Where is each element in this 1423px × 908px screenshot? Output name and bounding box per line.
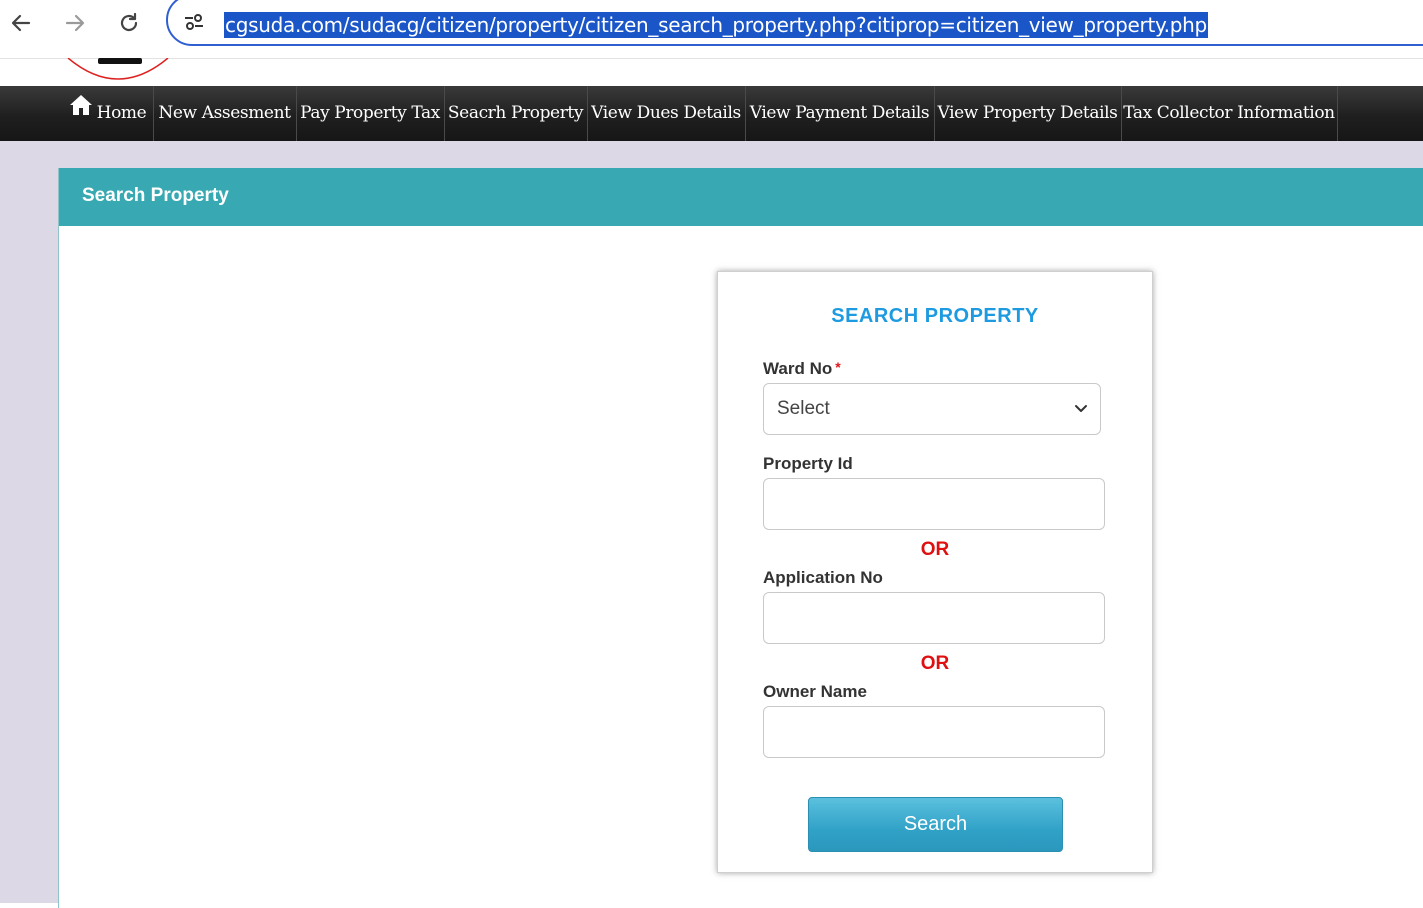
nav-item-new-assesment[interactable]: New Assesment xyxy=(153,86,297,141)
application-no-input[interactable] xyxy=(763,592,1105,644)
browser-toolbar: cgsuda.com/sudacg/citizen/property/citiz… xyxy=(0,0,1423,59)
owner-name-input[interactable] xyxy=(763,706,1105,758)
url-text[interactable]: cgsuda.com/sudacg/citizen/property/citiz… xyxy=(224,12,1208,38)
address-bar[interactable]: cgsuda.com/sudacg/citizen/property/citiz… xyxy=(166,0,1423,46)
ward-no-select[interactable]: Select xyxy=(763,383,1101,435)
forward-arrow-icon[interactable] xyxy=(58,6,92,40)
application-no-label: Application No xyxy=(763,568,883,587)
ward-no-selected-value: Select xyxy=(777,398,830,419)
site-navigation: Home New Assesment Pay Property Tax Seac… xyxy=(0,86,1423,141)
nav-item-label: Pay Property Tax xyxy=(300,103,440,123)
ward-no-label-text: Ward No xyxy=(763,359,833,378)
nav-item-tax-collector-information[interactable]: Tax Collector Information xyxy=(1121,86,1338,141)
nav-item-label: Seacrh Property xyxy=(447,103,584,123)
back-arrow-icon[interactable] xyxy=(4,6,38,40)
nav-item-label: View Payment Details xyxy=(749,103,930,123)
nav-item-pay-property-tax[interactable]: Pay Property Tax xyxy=(296,86,445,141)
search-button[interactable]: Search xyxy=(808,797,1063,852)
form-title: SEARCH PROPERTY xyxy=(831,305,1039,327)
or-separator: OR xyxy=(920,653,950,674)
search-form-card: SEARCH PROPERTY Ward No * Select Property… xyxy=(717,271,1153,873)
panel-title: Search Property xyxy=(82,185,229,206)
panel-header: Search Property xyxy=(59,168,1423,226)
ward-no-label: Ward No * xyxy=(763,359,841,379)
site-logo xyxy=(62,58,174,82)
nav-item-label: View Property Details xyxy=(937,103,1118,123)
nav-item-view-payment-details[interactable]: View Payment Details xyxy=(745,86,935,141)
chevron-down-icon xyxy=(1074,402,1088,421)
nav-item-label: View Dues Details xyxy=(591,103,741,123)
reload-icon[interactable] xyxy=(112,6,146,40)
property-id-input[interactable] xyxy=(763,478,1105,530)
or-separator: OR xyxy=(920,539,950,560)
home-icon xyxy=(69,84,93,139)
property-id-label: Property Id xyxy=(763,454,853,473)
site-settings-icon[interactable] xyxy=(182,10,206,34)
owner-name-label: Owner Name xyxy=(763,682,867,701)
nav-item-label: Home xyxy=(96,103,147,123)
nav-item-view-property-details[interactable]: View Property Details xyxy=(934,86,1122,141)
nav-item-view-dues-details[interactable]: View Dues Details xyxy=(587,86,746,141)
nav-item-search-property[interactable]: Seacrh Property xyxy=(444,86,588,141)
required-marker: * xyxy=(835,359,841,375)
nav-item-label: Tax Collector Information xyxy=(1123,103,1335,123)
nav-item-label: New Assesment xyxy=(158,103,291,123)
nav-item-home[interactable]: Home xyxy=(62,86,154,141)
